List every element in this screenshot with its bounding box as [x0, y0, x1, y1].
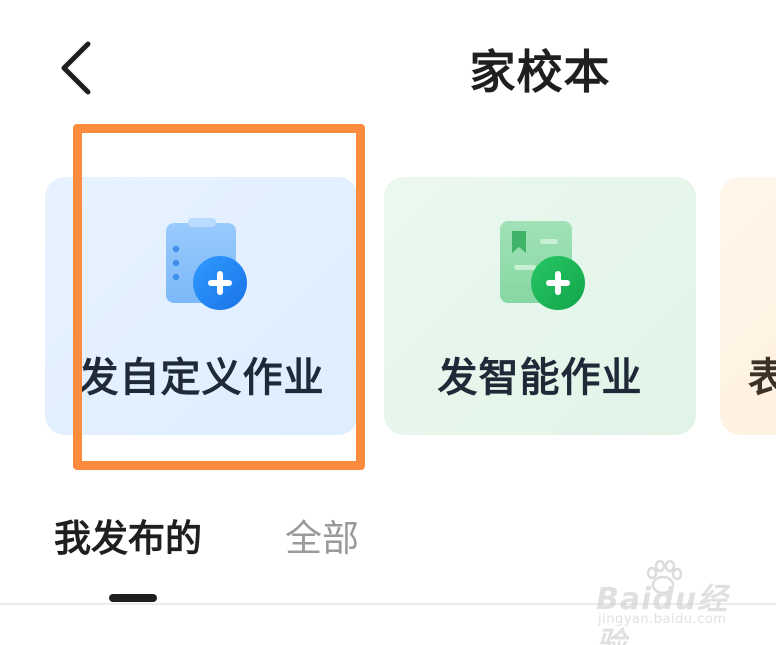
tab-all[interactable]: 全部 — [285, 510, 359, 568]
tab-divider — [0, 603, 776, 605]
page-title: 家校本 — [469, 45, 611, 99]
bookmark-add-icon — [500, 221, 585, 310]
publish-custom-homework-card[interactable]: 发自定义作业 — [45, 177, 358, 435]
third-action-card[interactable]: 表 — [720, 177, 776, 435]
publish-smart-homework-card[interactable]: 发智能作业 — [384, 177, 696, 435]
watermark: Baidu经验 jingyan.baidu.com — [596, 560, 756, 645]
chevron-left-icon — [61, 41, 91, 95]
clipboard-add-icon — [165, 218, 247, 310]
watermark-logo: Baidu经验 — [596, 582, 729, 645]
tab-my-published[interactable]: 我发布的 — [54, 510, 202, 568]
card-label: 发自定义作业 — [78, 355, 325, 401]
page: 家校本 发自定义作业 发智能作业 表 我发布的 全部 Baidu经验 jingy… — [0, 0, 776, 645]
card-label: 发智能作业 — [437, 355, 643, 401]
active-tab-indicator — [109, 594, 157, 602]
watermark-url: jingyan.baidu.com — [598, 612, 727, 627]
card-label: 表 — [748, 355, 776, 401]
back-button[interactable] — [48, 36, 104, 100]
paw-icon — [646, 560, 682, 595]
